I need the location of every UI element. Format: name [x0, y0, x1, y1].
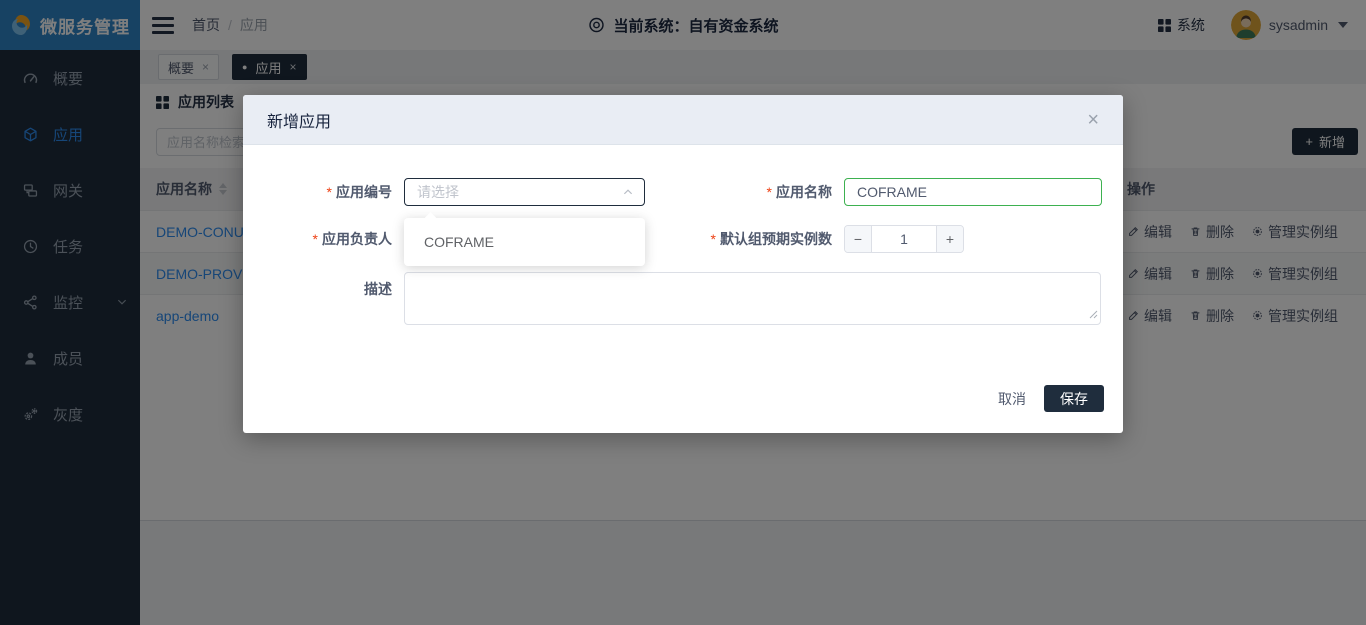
required-mark: * [327, 184, 332, 200]
app-code-select[interactable]: 请选择 [404, 178, 645, 206]
select-placeholder: 请选择 [417, 182, 459, 202]
stepper-value[interactable]: 1 [872, 226, 936, 252]
label-text: 应用名称 [776, 184, 832, 200]
required-mark: * [711, 231, 716, 247]
description-label: 描述 [252, 275, 392, 303]
required-mark: * [767, 184, 772, 200]
app-name-input[interactable] [844, 178, 1102, 206]
close-icon[interactable]: × [1087, 110, 1099, 130]
app-name-label: *应用名称 [632, 178, 832, 206]
instances-label: *默认组预期实例数 [632, 225, 832, 253]
stepper-increase-button[interactable]: + [936, 226, 963, 252]
label-text: 应用负责人 [322, 231, 392, 247]
label-text: 描述 [364, 281, 392, 297]
stepper-decrease-button[interactable]: − [845, 226, 872, 252]
dropdown-option[interactable]: COFRAME [404, 218, 645, 266]
description-textarea[interactable] [404, 272, 1101, 325]
required-mark: * [313, 231, 318, 247]
modal-footer: 取消 保存 [998, 385, 1104, 412]
cancel-button[interactable]: 取消 [998, 389, 1026, 409]
save-button[interactable]: 保存 [1044, 385, 1104, 412]
app-code-label: *应用编号 [252, 178, 392, 206]
label-text: 应用编号 [336, 184, 392, 200]
description-field-wrap [404, 272, 1101, 325]
app-owner-label: *应用负责人 [252, 225, 392, 253]
modal-title: 新增应用 [267, 108, 331, 132]
label-text: 默认组预期实例数 [720, 231, 832, 247]
modal-header: 新增应用 × [243, 95, 1123, 145]
app-code-dropdown: COFRAME [404, 218, 645, 266]
instances-stepper: − 1 + [844, 225, 964, 253]
add-application-modal: 新增应用 × *应用编号 请选择 *应用名称 *应用负责人 *默认组预期实例数 … [243, 95, 1123, 433]
